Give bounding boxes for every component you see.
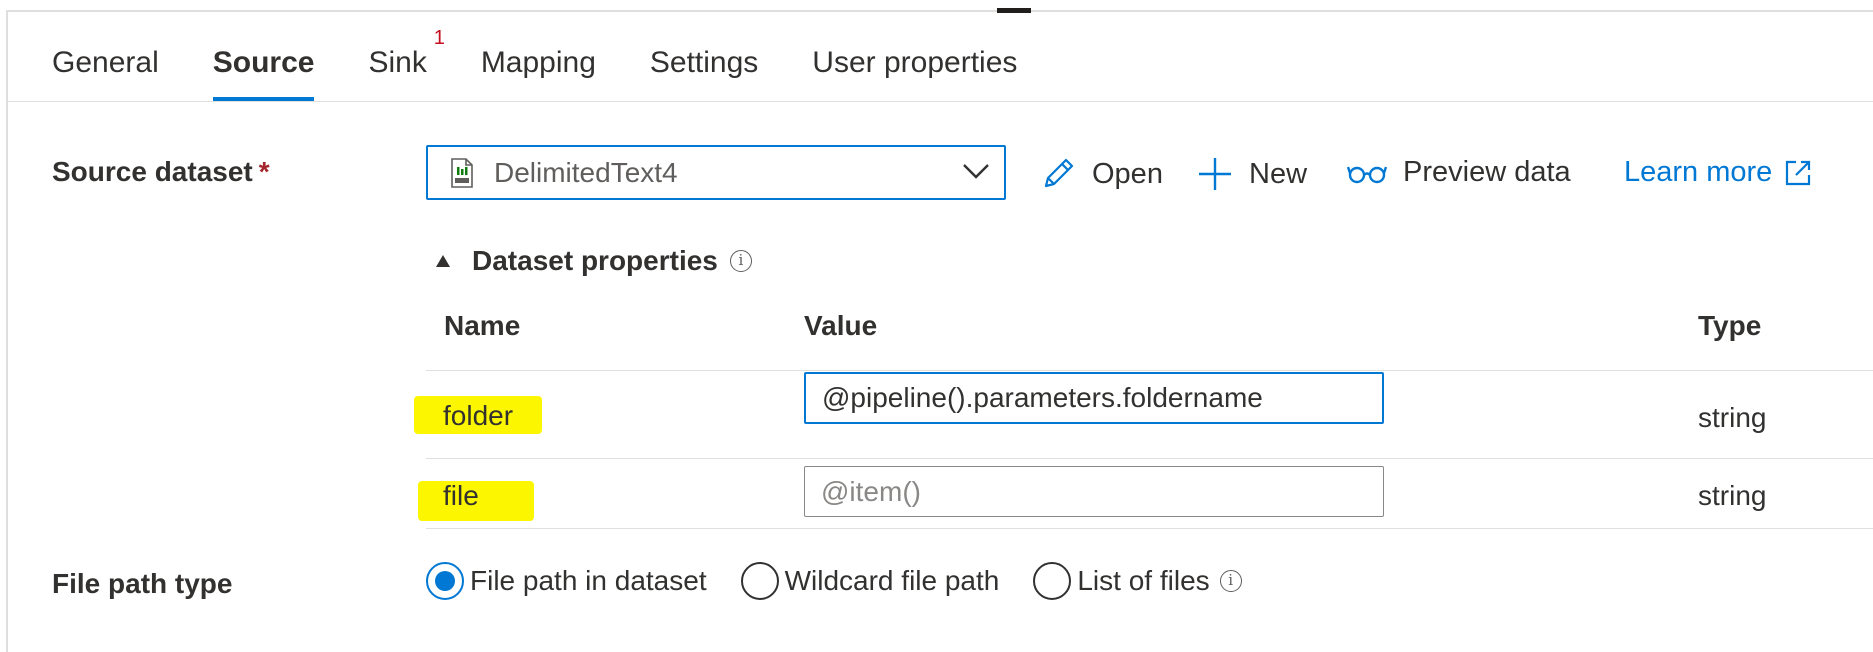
info-icon[interactable]: i (729, 250, 752, 272)
tab-sink-error-badge: 1 (433, 27, 445, 49)
top-border (8, 10, 1873, 12)
radio-wildcard-file-path[interactable]: Wildcard file path (740, 562, 1000, 600)
property-value-file-input[interactable] (804, 466, 1384, 517)
required-marker: * (258, 156, 270, 187)
property-value-folder-input[interactable] (804, 372, 1384, 424)
radio-unselected-icon (1033, 562, 1072, 600)
left-border (6, 10, 8, 652)
open-button[interactable]: Open (1040, 156, 1163, 192)
column-header-type: Type (1698, 310, 1762, 341)
source-dataset-dropdown[interactable]: DelimitedText4 (426, 145, 1006, 200)
preview-data-button[interactable]: Preview data (1347, 156, 1571, 189)
radio-label: List of files (1077, 565, 1210, 596)
file-path-type-label: File path type (52, 568, 233, 599)
info-icon[interactable]: i (1219, 570, 1242, 592)
property-name-file: file (443, 480, 479, 511)
open-button-label: Open (1092, 157, 1163, 190)
radio-file-path-in-dataset[interactable]: File path in dataset (426, 562, 707, 600)
new-button[interactable]: New (1197, 156, 1307, 192)
pencil-icon (1044, 158, 1074, 188)
property-type-file: string (1698, 480, 1767, 511)
resize-handle[interactable] (997, 8, 1031, 13)
tab-bar: General Source Sink 1 Mapping Settings Us… (52, 28, 1071, 102)
row-divider (426, 528, 1873, 529)
source-dataset-value: DelimitedText4 (494, 156, 678, 188)
source-dataset-label: Source dataset * (52, 156, 270, 187)
preview-data-label: Preview data (1403, 156, 1571, 188)
tab-general[interactable]: General (52, 38, 159, 102)
radio-label: Wildcard file path (784, 565, 1000, 596)
radio-selected-icon (426, 562, 464, 600)
file-path-type-radio-group: File path in dataset Wildcard file path … (426, 562, 1242, 600)
column-header-name: Name (444, 310, 521, 341)
tab-mapping[interactable]: Mapping (481, 38, 596, 102)
csv-file-icon (451, 157, 473, 188)
new-button-label: New (1249, 157, 1308, 190)
tab-source[interactable]: Source (212, 38, 314, 102)
column-header-value: Value (804, 310, 878, 341)
chevron-down-icon (963, 164, 989, 179)
radio-unselected-icon (740, 562, 779, 600)
collapse-triangle-icon (436, 255, 450, 267)
learn-more-link[interactable]: Learn more (1624, 156, 1828, 189)
property-type-folder: string (1698, 402, 1767, 433)
plus-icon (1199, 158, 1231, 190)
tabs-divider (8, 101, 1873, 102)
learn-more-label: Learn more (1624, 156, 1773, 188)
property-name-folder: folder (443, 400, 514, 431)
radio-label: File path in dataset (470, 565, 707, 596)
dataset-properties-toggle[interactable]: Dataset properties i (436, 245, 752, 277)
tab-user-properties[interactable]: User properties (812, 38, 1017, 102)
glasses-icon (1347, 166, 1387, 183)
dataset-properties-title: Dataset properties (472, 245, 718, 276)
row-divider (426, 458, 1873, 459)
tab-settings[interactable]: Settings (650, 38, 758, 102)
tab-sink[interactable]: Sink 1 (368, 28, 444, 102)
external-link-icon (1786, 160, 1811, 185)
row-divider (426, 370, 1873, 371)
radio-list-of-files[interactable]: List of files (1033, 562, 1210, 600)
